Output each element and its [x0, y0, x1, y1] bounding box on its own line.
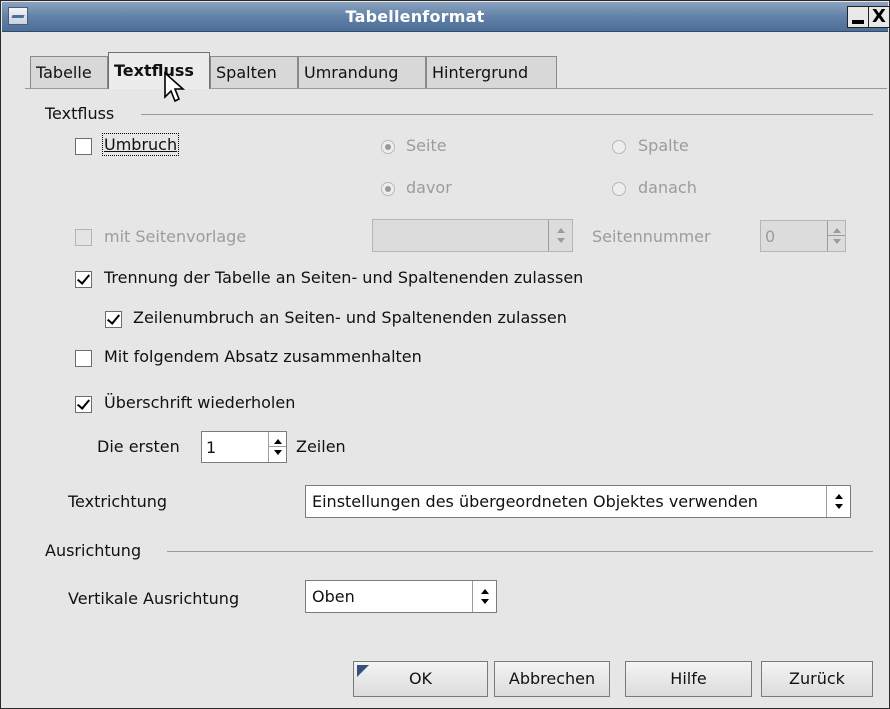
umbruch-label-text: Umbruch — [104, 135, 178, 154]
dialog-window: Tabellenformat X Tabelle Textfluss Spalt… — [0, 0, 890, 709]
zeilenumbruch-checkbox[interactable] — [105, 311, 122, 328]
mit-seitenvorlage-checkbox[interactable] — [75, 229, 92, 246]
tab-textfluss[interactable]: Textfluss — [108, 52, 210, 89]
ueberschrift-label: Überschrift wiederholen — [104, 393, 296, 412]
vertikale-ausrichtung-select[interactable]: Oben — [305, 580, 497, 613]
seitennummer-label: Seitennummer — [592, 227, 711, 246]
tab-umrandung[interactable]: Umrandung — [298, 56, 426, 88]
seitennummer-spinner[interactable]: 0 — [760, 220, 846, 252]
textrichtung-label: Textrichtung — [68, 492, 168, 511]
vertikale-ausrichtung-label: Vertikale Ausrichtung — [68, 589, 240, 608]
group-divider-ausrichtung — [167, 551, 873, 552]
hilfe-button[interactable]: Hilfe — [625, 661, 752, 697]
mouse-pointer-icon — [164, 71, 186, 103]
die-ersten-label: Die ersten — [97, 437, 180, 456]
title-bar[interactable]: Tabellenformat X — [2, 2, 890, 32]
ok-button[interactable]: OK — [353, 661, 488, 697]
seite-radio[interactable] — [381, 140, 395, 154]
minimize-button[interactable] — [847, 6, 869, 28]
danach-label: danach — [638, 178, 697, 197]
trennung-checkbox[interactable] — [75, 271, 92, 288]
seitenvorlage-select[interactable] — [372, 219, 573, 252]
textrichtung-arrows-icon[interactable] — [826, 486, 850, 517]
zeilen-label: Zeilen — [296, 437, 346, 456]
die-ersten-value: 1 — [206, 438, 217, 457]
die-ersten-spinner[interactable]: 1 — [201, 431, 287, 463]
group-label-textfluss: Textfluss — [45, 104, 115, 123]
davor-label: davor — [406, 178, 452, 197]
tab-hintergrund[interactable]: Hintergrund — [426, 56, 557, 88]
seitennummer-spin-icon[interactable] — [827, 221, 845, 251]
spalte-radio[interactable] — [612, 140, 626, 154]
zurueck-button[interactable]: Zurück — [761, 661, 873, 697]
window-title: Tabellenformat — [345, 7, 485, 26]
zusammenhalten-label: Mit folgendem Absatz zusammenhalten — [104, 347, 422, 366]
spalte-label: Spalte — [638, 136, 689, 155]
trennung-label: Trennung der Tabelle an Seiten- und Spal… — [104, 268, 584, 287]
textrichtung-value: Einstellungen des übergeordneten Objekte… — [312, 492, 758, 511]
zusammenhalten-checkbox[interactable] — [75, 350, 92, 367]
umbruch-label: Umbruch — [101, 133, 180, 156]
tab-spalten[interactable]: Spalten — [210, 56, 298, 88]
abbrechen-button[interactable]: Abbrechen — [494, 661, 610, 697]
zeilenumbruch-label: Zeilenumbruch an Seiten- und Spaltenende… — [133, 308, 567, 327]
vertikale-ausrichtung-value: Oben — [312, 587, 355, 606]
davor-radio[interactable] — [381, 182, 395, 196]
tab-tabelle[interactable]: Tabelle — [30, 56, 108, 88]
ueberschrift-checkbox[interactable] — [75, 396, 92, 413]
danach-radio[interactable] — [612, 182, 626, 196]
seitenvorlage-arrows-icon[interactable] — [548, 220, 572, 251]
close-button[interactable]: X — [868, 6, 890, 28]
textrichtung-select[interactable]: Einstellungen des übergeordneten Objekte… — [305, 485, 851, 518]
vertikale-ausrichtung-arrows-icon[interactable] — [472, 581, 496, 612]
group-label-ausrichtung: Ausrichtung — [45, 541, 142, 560]
mit-seitenvorlage-label: mit Seitenvorlage — [104, 227, 247, 246]
seite-label: Seite — [406, 136, 447, 155]
die-ersten-spin-icon[interactable] — [268, 432, 286, 462]
umbruch-checkbox[interactable] — [75, 138, 92, 155]
group-divider-textfluss — [141, 114, 873, 115]
seitennummer-value: 0 — [765, 227, 776, 246]
